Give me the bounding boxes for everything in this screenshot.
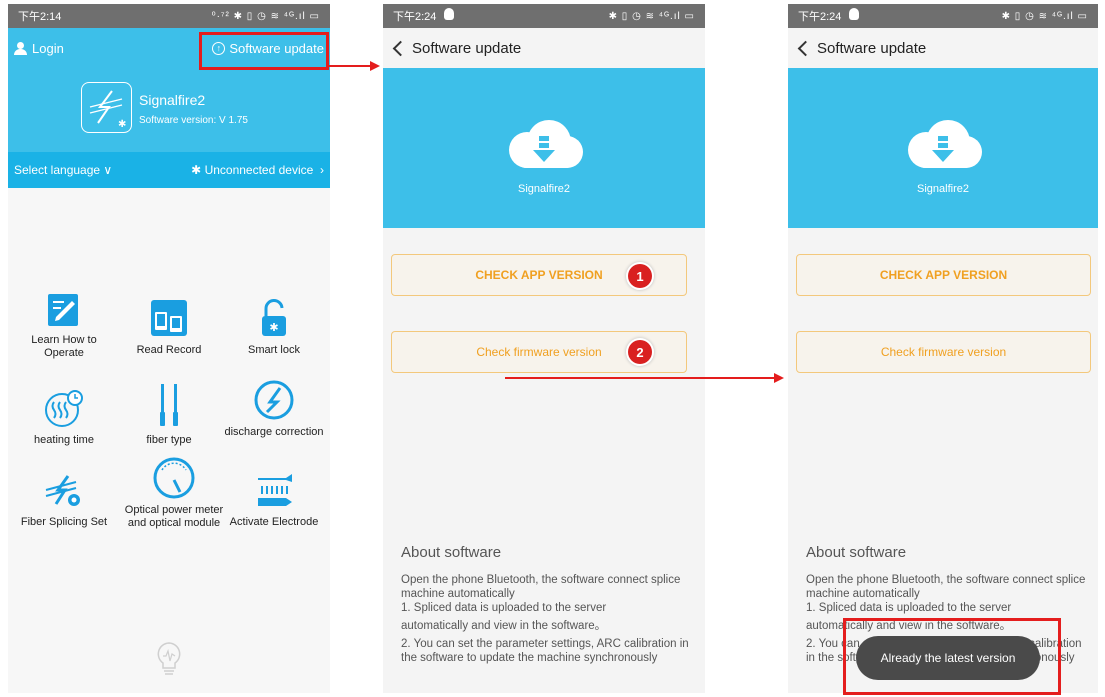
bluetooth-icon: ✱ [191, 163, 202, 177]
menu-fiber-type[interactable]: fiber type [115, 382, 223, 447]
check-firmware-version-button[interactable]: Check firmware version [796, 331, 1091, 373]
menu-fiber-splicing-set[interactable]: Fiber Splicing Set [10, 472, 118, 529]
about-software-section: About software Open the phone Bluetooth,… [401, 544, 691, 665]
menu-label: Read Record [136, 344, 202, 356]
home-screen: 下午2:14 ⁰·⁷² ✱ ▯ ◷ ≋ ⁴ᴳ.ıl ▭ Login ↑ Soft… [8, 4, 330, 693]
menu-label: Activate Electrode [229, 516, 319, 528]
menu-optical-power-meter[interactable]: Optical power meter and optical module [120, 456, 228, 540]
check-firmware-version-label: Check firmware version [880, 345, 1007, 359]
upload-icon: ↑ [212, 42, 226, 55]
status-time: 下午2:24 [798, 8, 860, 24]
splicing-settings-icon [45, 475, 80, 506]
home-header: Login ↑ Software update ✱ Signalfire2 So… [8, 28, 330, 188]
status-time-text: 下午2:24 [393, 11, 437, 23]
update-banner: Signalfire2 [383, 68, 705, 228]
toast-message: Already the latest version [856, 636, 1040, 680]
back-arrow-icon[interactable] [797, 40, 814, 56]
device-status-label: Unconnected device [204, 163, 314, 177]
menu-learn-operate[interactable]: Learn How to Operate [10, 290, 118, 360]
menu-label: Learn How to Operate [31, 334, 97, 359]
svg-text:✱: ✱ [269, 321, 278, 334]
user-icon [14, 42, 27, 55]
select-language-button[interactable]: Select language ∨ [14, 163, 112, 177]
software-update-screen: 下午2:24 ✱ ▯ ◷ ≋ ⁴ᴳ.ıl ▭ Software update S… [383, 4, 705, 693]
menu-label: fiber type [146, 434, 192, 446]
status-icons: ✱ ▯ ◷ ≋ ⁴ᴳ.ıl ▭ [608, 10, 695, 22]
top-bar: Software update [788, 28, 1098, 68]
edit-icon [48, 294, 78, 326]
about-title: About software [806, 544, 907, 561]
check-firmware-version-label: Check firmware version [476, 345, 602, 359]
electrode-icon [258, 474, 292, 506]
about-line: automatically and view in the software。 [401, 620, 607, 632]
page-title: Software update [817, 39, 927, 57]
app-name: Signalfire2 [139, 92, 206, 108]
software-update-label: Software update [229, 41, 324, 56]
banner-app-name: Signalfire2 [518, 183, 570, 195]
menu-label: Smart lock [248, 344, 300, 356]
about-line: Open the phone Bluetooth, the software c… [401, 574, 681, 600]
status-icons-text: ⁰·⁷² ✱ ▯ ◷ ≋ ⁴ᴳ.ıl ▭ [211, 10, 320, 22]
status-icons: ⁰·⁷² ✱ ▯ ◷ ≋ ⁴ᴳ.ıl ▭ [212, 11, 320, 22]
menu-smart-lock[interactable]: ✱ Smart lock [220, 298, 328, 357]
step-badge-1: 1 [628, 264, 652, 288]
menu-read-record[interactable]: Read Record [115, 298, 223, 357]
tablet-icon [151, 300, 187, 336]
tutorial-canvas: 下午2:14 ⁰·⁷² ✱ ▯ ◷ ≋ ⁴ᴳ.ıl ▭ Login ↑ Soft… [0, 0, 1105, 697]
about-line: 2. You can set the parameter settings, A… [401, 638, 689, 664]
chevron-right-icon: › [316, 163, 324, 177]
page-title: Software update [412, 39, 522, 57]
lock-icon: ✱ [262, 299, 286, 336]
select-language-label: Select language [14, 163, 101, 177]
check-app-version-button[interactable]: CHECK APP VERSION [796, 254, 1091, 296]
about-line: 1. Spliced data is uploaded to the serve… [806, 602, 1012, 614]
about-line: automatically and view in the software。 [806, 620, 1012, 632]
cloud-download-icon [509, 120, 583, 168]
status-bar: 下午2:24 ✱ ▯ ◷ ≋ ⁴ᴳ.ıl ▭ [383, 4, 705, 28]
gauge-icon [153, 457, 195, 499]
menu-label: discharge correction [224, 426, 324, 438]
menu-discharge-correction[interactable]: discharge correction [220, 378, 328, 439]
software-version: Software version: V 1.75 [139, 115, 248, 126]
discharge-icon [254, 380, 294, 420]
language-device-bar: Select language ∨ ✱ Unconnected device › [8, 152, 330, 188]
lightbulb-icon [157, 642, 181, 675]
step-badge-2: 2 [628, 340, 652, 364]
login-button[interactable]: Login [14, 41, 64, 56]
cloud-download-icon [908, 120, 982, 168]
menu-label: heating time [34, 434, 94, 446]
top-bar: Software update [383, 28, 705, 68]
banner-app-name: Signalfire2 [917, 183, 969, 195]
software-update-result-screen: 下午2:24 ✱ ▯ ◷ ≋ ⁴ᴳ.ıl ▭ Software update S… [788, 4, 1098, 693]
app-logo-icon: ✱ [81, 82, 132, 133]
status-icons: ✱ ▯ ◷ ≋ ⁴ᴳ.ıl ▭ [1001, 10, 1088, 22]
about-title: About software [401, 544, 502, 561]
login-label: Login [32, 41, 64, 56]
status-time-text: 下午2:24 [798, 11, 842, 23]
status-bar: 下午2:24 ✱ ▯ ◷ ≋ ⁴ᴳ.ıl ▭ [788, 4, 1098, 28]
check-app-version-label: CHECK APP VERSION [475, 268, 603, 282]
qq-penguin-icon [849, 8, 860, 20]
status-time: 下午2:14 [18, 11, 62, 23]
check-app-version-label: CHECK APP VERSION [879, 268, 1008, 282]
update-banner: Signalfire2 [788, 68, 1098, 228]
device-connection-button[interactable]: ✱ Unconnected device › [191, 163, 324, 177]
status-time: 下午2:24 [393, 8, 455, 24]
chevron-down-icon: ∨ [103, 163, 113, 177]
menu-activate-electrode[interactable]: Activate Electrode [220, 470, 328, 529]
status-bar: 下午2:14 ⁰·⁷² ✱ ▯ ◷ ≋ ⁴ᴳ.ıl ▭ [8, 4, 330, 28]
menu-label: Optical power meter and optical module [124, 504, 224, 529]
back-arrow-icon[interactable] [392, 40, 409, 56]
svg-text:✱: ✱ [118, 119, 126, 130]
about-line: 1. Spliced data is uploaded to the serve… [401, 602, 607, 614]
software-update-button[interactable]: ↑ Software update [212, 41, 324, 56]
qq-penguin-icon [444, 8, 455, 20]
heating-icon [45, 390, 83, 427]
menu-heating-time[interactable]: heating time [10, 386, 118, 447]
menu-label: Fiber Splicing Set [20, 516, 108, 528]
about-line: Open the phone Bluetooth, the software c… [806, 574, 1086, 600]
fiber-icon [160, 384, 178, 426]
